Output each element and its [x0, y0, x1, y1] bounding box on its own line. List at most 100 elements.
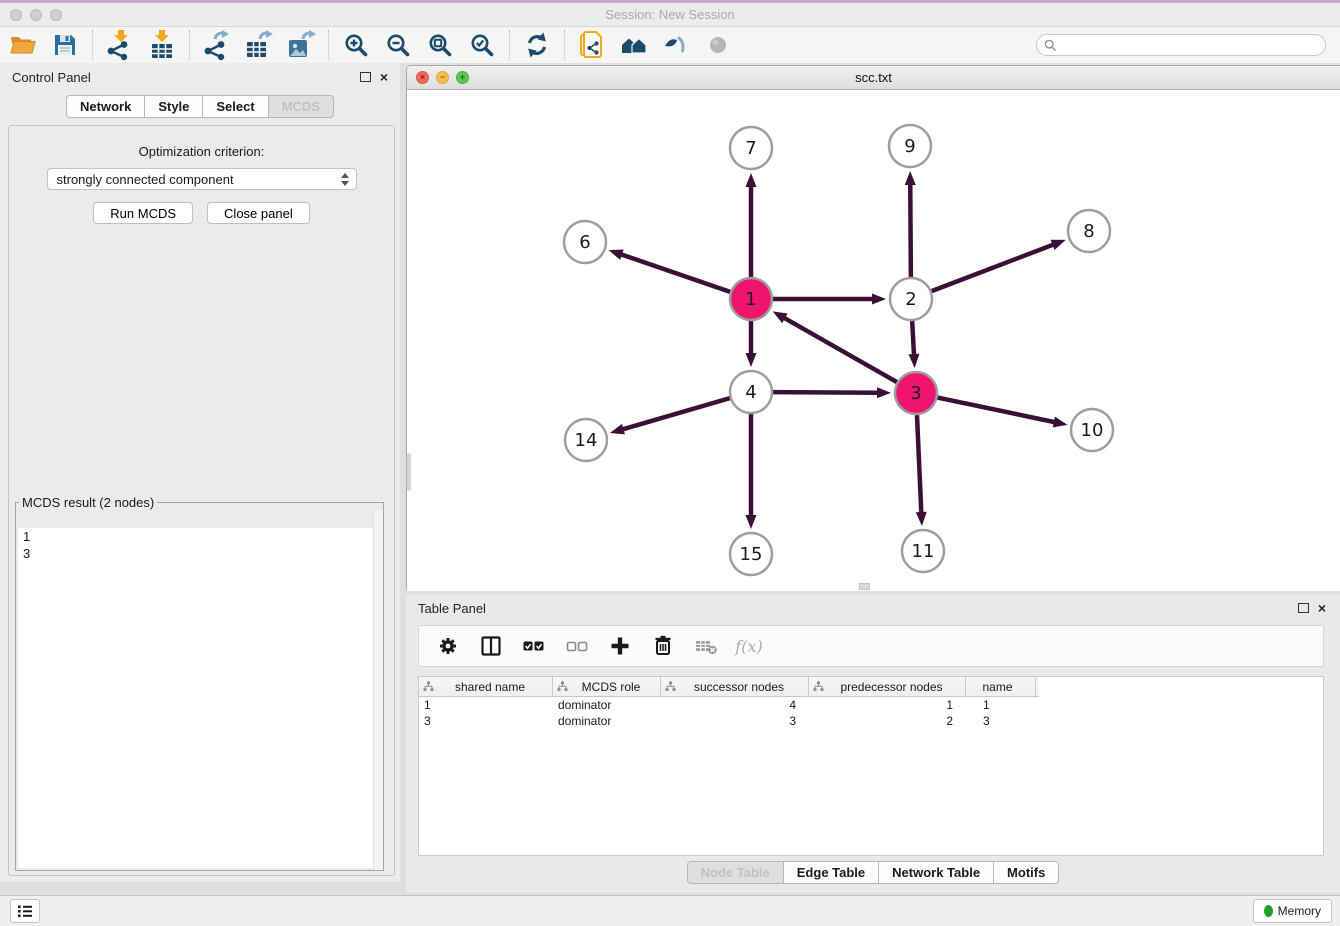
column-type-icon: [813, 681, 824, 692]
tab-select[interactable]: Select: [203, 95, 268, 118]
table-cell: 3: [419, 714, 553, 728]
graph-edge-4-3[interactable]: [773, 392, 879, 393]
mcds-result-list[interactable]: 13: [18, 528, 381, 868]
open-folder-icon: [10, 33, 36, 57]
open-session-button[interactable]: [8, 30, 38, 60]
column-label: successor nodes: [676, 680, 808, 694]
export-table-button[interactable]: [244, 30, 274, 60]
save-icon: [53, 33, 77, 57]
show-columns-button[interactable]: [478, 633, 504, 659]
column-header-mcds-role[interactable]: MCDS role: [553, 677, 661, 696]
task-history-button[interactable]: [10, 899, 40, 923]
table-panel-title: Table Panel: [418, 601, 486, 616]
tab-network[interactable]: Network: [66, 95, 145, 118]
graph-edge-2-9[interactable]: [910, 183, 911, 277]
tab-mcds[interactable]: MCDS: [269, 95, 334, 118]
table-row[interactable]: 1dominator411: [419, 697, 1323, 713]
save-session-button[interactable]: [50, 30, 80, 60]
import-table-icon: [147, 30, 177, 60]
plus-icon: [607, 633, 633, 659]
import-table-button[interactable]: [147, 30, 177, 60]
network-canvas[interactable]: 7968124314101511: [407, 90, 1340, 591]
edge-arrowhead: [905, 171, 916, 185]
search-field[interactable]: [1036, 34, 1326, 56]
function-builder-button[interactable]: f(x): [736, 633, 762, 659]
zoom-out-button[interactable]: [383, 30, 413, 60]
result-scrollbar[interactable]: [373, 510, 383, 870]
node-label: 3: [910, 383, 921, 404]
column-header-shared-name[interactable]: shared name: [419, 677, 553, 696]
control-panel: Control Panel × NetworkStyleSelectMCDS O…: [0, 63, 400, 882]
window-title: Session: New Session: [0, 7, 1340, 22]
table-row[interactable]: 3dominator323: [419, 713, 1323, 729]
column-header-predecessor-nodes[interactable]: predecessor nodes: [809, 677, 966, 696]
minimize-window-button[interactable]: [30, 9, 42, 21]
graph-edge-3-10[interactable]: [938, 398, 1056, 423]
tab-edge-table[interactable]: Edge Table: [784, 861, 879, 884]
table-settings-button[interactable]: [435, 633, 461, 659]
tab-motifs[interactable]: Motifs: [994, 861, 1059, 884]
graph-edge-1-6[interactable]: [620, 254, 730, 292]
network-file-button[interactable]: [577, 30, 607, 60]
node-table[interactable]: shared nameMCDS role successor nodesprede…: [418, 676, 1324, 856]
graph-edge-4-14[interactable]: [622, 398, 730, 430]
export-network-button[interactable]: [202, 30, 232, 60]
zoom-in-icon: [343, 32, 369, 58]
control-panel-header: Control Panel ×: [0, 63, 400, 91]
close-panel-icon[interactable]: ×: [1318, 601, 1326, 615]
criterion-dropdown[interactable]: strongly connected component: [47, 168, 357, 190]
zoom-window-button[interactable]: [50, 9, 62, 21]
network-minimize-button[interactable]: −: [436, 71, 449, 84]
delete-table-button[interactable]: [693, 633, 719, 659]
edge-arrowhead: [908, 354, 919, 368]
edge-arrowhead: [773, 311, 788, 323]
graph-edge-3-11[interactable]: [917, 415, 921, 514]
search-input[interactable]: [1061, 37, 1325, 53]
deselect-all-button[interactable]: [564, 633, 590, 659]
graph-edge-3-1[interactable]: [783, 317, 897, 382]
close-window-button[interactable]: [10, 9, 22, 21]
table-toolbar: f(x): [418, 625, 1324, 667]
table-cell: 1: [966, 698, 1036, 712]
tab-network-table[interactable]: Network Table: [879, 861, 994, 884]
show-all-button[interactable]: [703, 30, 733, 60]
zoom-fit-button[interactable]: [425, 30, 455, 60]
graph-edge-2-8[interactable]: [932, 244, 1055, 291]
table-cell: 3: [661, 714, 809, 728]
horizontal-scrollbar-thumb[interactable]: [859, 583, 870, 590]
application-window: Session: New Session: [0, 0, 1340, 926]
tab-node-table[interactable]: Node Table: [687, 861, 784, 884]
close-panel-button[interactable]: Close panel: [207, 202, 310, 224]
delete-column-button[interactable]: [650, 633, 676, 659]
float-panel-icon[interactable]: [1298, 603, 1309, 613]
columns-icon: [478, 633, 504, 659]
refresh-button[interactable]: [522, 30, 552, 60]
zoom-selected-button[interactable]: [467, 30, 497, 60]
zoom-in-button[interactable]: [341, 30, 371, 60]
float-panel-icon[interactable]: [360, 72, 371, 82]
export-image-button[interactable]: [286, 30, 316, 60]
network-zoom-button[interactable]: +: [456, 71, 469, 84]
vertical-scrollbar-thumb[interactable]: [407, 453, 411, 491]
hide-selected-button[interactable]: [661, 30, 691, 60]
column-header-successor-nodes[interactable]: successor nodes: [661, 677, 809, 696]
memory-button[interactable]: Memory: [1253, 899, 1332, 923]
column-header-name[interactable]: name: [966, 677, 1036, 696]
network-close-button[interactable]: ×: [416, 71, 429, 84]
home-button[interactable]: [619, 30, 649, 60]
graph-edge-2-3[interactable]: [912, 321, 914, 356]
run-mcds-button[interactable]: Run MCDS: [93, 202, 193, 224]
delete-table-icon: [693, 633, 719, 659]
tab-style[interactable]: Style: [145, 95, 203, 118]
select-all-button[interactable]: [521, 633, 547, 659]
result-value: 3: [18, 545, 381, 562]
node-label: 15: [740, 544, 763, 565]
node-label: 11: [912, 541, 935, 562]
import-network-button[interactable]: [105, 30, 135, 60]
network-window-titlebar[interactable]: × − + scc.txt: [407, 66, 1340, 90]
close-panel-icon[interactable]: ×: [380, 70, 388, 84]
add-column-button[interactable]: [607, 633, 633, 659]
main-titlebar[interactable]: Session: New Session: [0, 3, 1340, 27]
edge-arrowhead: [872, 294, 886, 305]
dropdown-stepper-icon: [340, 173, 350, 186]
